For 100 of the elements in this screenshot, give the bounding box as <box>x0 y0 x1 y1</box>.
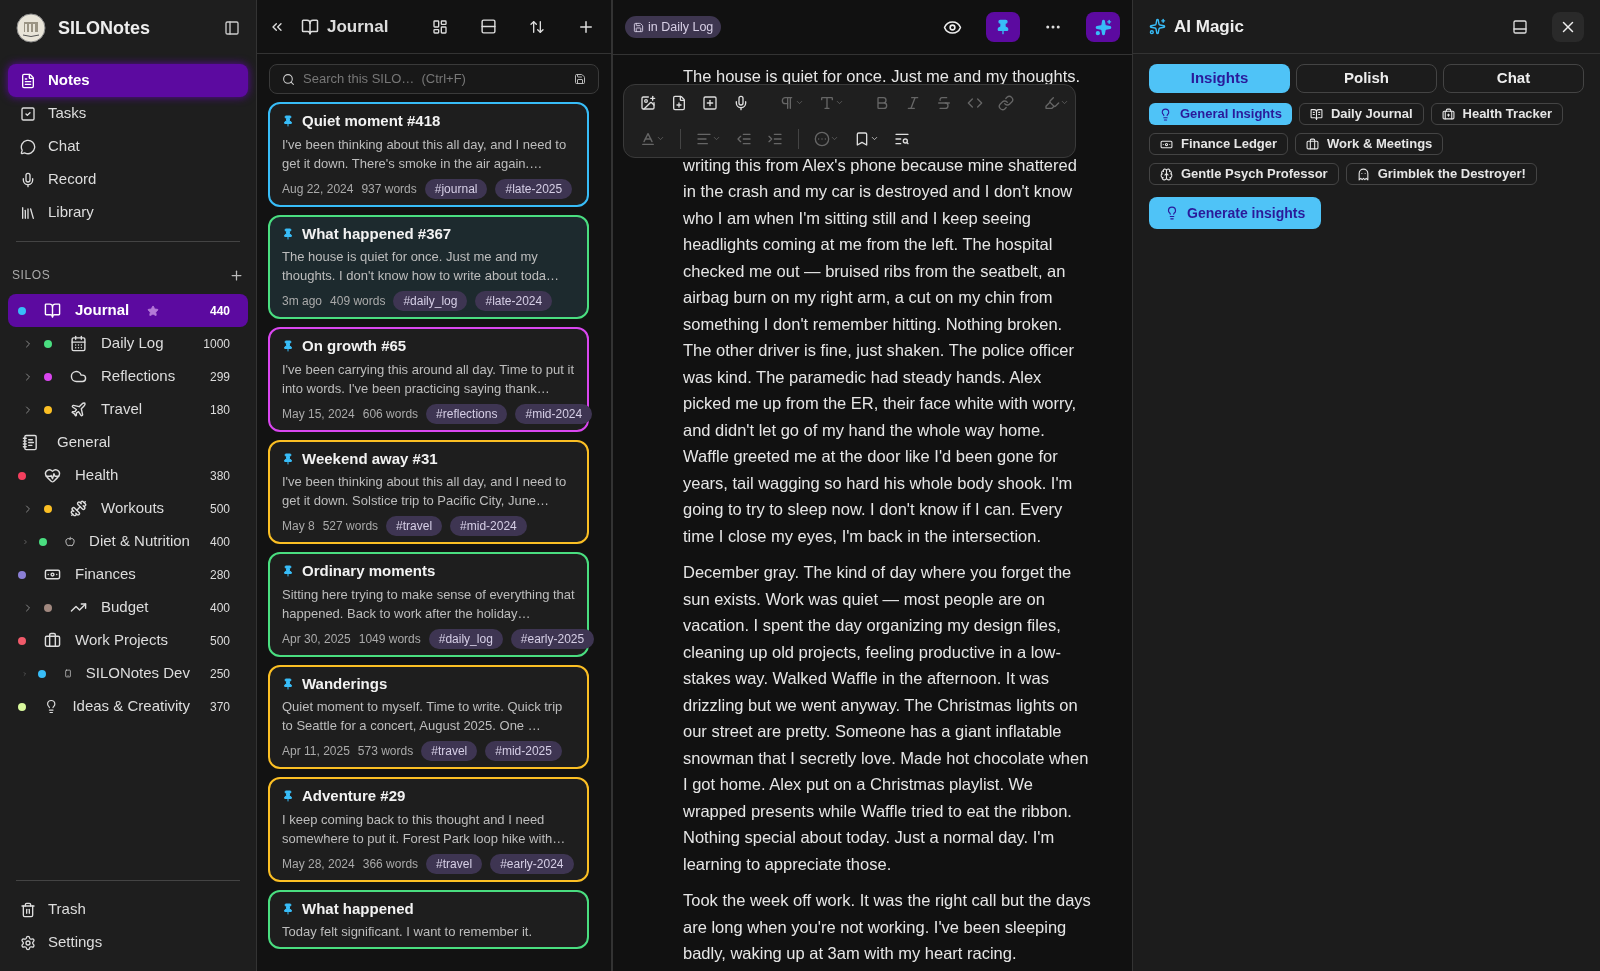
note-date: May 8 <box>282 518 315 535</box>
tag[interactable]: #mid-2024 <box>450 516 527 536</box>
note-date: May 15, 2024 <box>282 405 355 423</box>
text-color-icon[interactable] <box>640 130 665 147</box>
bookmark-icon[interactable] <box>854 130 879 147</box>
add-silo-icon[interactable] <box>229 267 244 283</box>
paragraph-icon[interactable] <box>779 94 804 111</box>
note-count: 500 <box>209 632 231 650</box>
silo-item[interactable]: Travel 180 <box>8 393 248 426</box>
panel-tab[interactable]: Chat <box>1443 64 1584 93</box>
note-card[interactable]: Weekend away #31 I've been thinking about this all day, and I need to get it down. Solstice trip to Pacific City, June… May 8 527 words #travel #mid-2024 <box>268 439 589 544</box>
location-chip[interactable]: in Daily Log <box>625 15 722 39</box>
nav-item[interactable]: Record <box>8 163 248 196</box>
note-card[interactable]: Wanderings Quiet moment to myself. Time to write. Quick trip to Seattle for a concert, August 2025. One … Apr 11, 2025 573 words #travel #mid-2025 <box>268 664 589 769</box>
note-count: 400 <box>209 533 231 551</box>
tag[interactable]: #reflections <box>426 403 508 424</box>
microphone-icon[interactable] <box>733 94 749 111</box>
tag[interactable]: #travel <box>386 516 443 536</box>
silo-item[interactable]: General <box>8 426 248 459</box>
dock-icon[interactable] <box>1512 18 1528 35</box>
tag[interactable]: #late-2024 <box>475 291 553 311</box>
app-name: SILONotes <box>58 16 151 40</box>
panel-tab[interactable]: Insights <box>1149 64 1290 93</box>
lightbulb-icon <box>1165 206 1179 220</box>
nav-item[interactable]: Settings <box>8 926 248 959</box>
link-icon[interactable] <box>998 94 1014 111</box>
nav-item[interactable]: Notes <box>8 64 248 97</box>
nav-item[interactable]: Library <box>8 196 248 229</box>
note-card[interactable]: What happened #367 The house is quiet for once. Just me and my thoughts. I don't know how to write about toda… 3m ago 409 words #daily_log #late-2024 <box>268 214 589 319</box>
rows-icon[interactable] <box>480 18 497 35</box>
word-count: 573 words <box>357 743 414 760</box>
note-card[interactable]: What happened Today felt significant. I want to remember it. <box>268 889 589 949</box>
search-input[interactable]: Search this SILO… (Ctrl+F) <box>303 69 566 89</box>
silo-item[interactable]: Work Projects 500 <box>8 624 248 657</box>
section-heading: SILOS <box>12 267 51 284</box>
tag[interactable]: #mid-2024 <box>515 403 593 424</box>
layout-icon[interactable] <box>432 18 448 35</box>
add-block-icon[interactable] <box>702 94 718 111</box>
note-title: Weekend away #31 <box>302 448 438 469</box>
persona-chip[interactable]: Grimblek the Destroyer! <box>1345 163 1537 185</box>
silo-item[interactable]: Budget 400 <box>8 591 248 624</box>
nav-item[interactable]: Tasks <box>8 97 248 130</box>
note-title: Adventure #29 <box>302 786 406 806</box>
note-card[interactable]: Quiet moment #418 I've been thinking about this all day, and I need to get it down. There's smoke in the air again.… Aug 22, 2024 937 words #journal #late-2025 <box>268 102 589 207</box>
sparkles-icon <box>1149 18 1166 35</box>
search-field[interactable]: Search this SILO… (Ctrl+F) <box>269 64 599 94</box>
tag[interactable]: #early-2024 <box>490 853 574 874</box>
silo-item[interactable]: Diet & Nutrition 400 <box>8 525 248 558</box>
add-file-icon[interactable] <box>671 94 687 111</box>
word-count: 606 words <box>362 405 419 423</box>
bold-icon[interactable] <box>874 94 890 111</box>
note-preview: The house is quiet for once. Just me and my thoughts. I don't know how to write about toda… <box>282 248 561 285</box>
persona-chip[interactable]: Work & Meetings <box>1295 133 1444 155</box>
silo-item[interactable]: Reflections 299 <box>8 360 248 393</box>
generate-button[interactable]: Generate insights <box>1149 197 1322 229</box>
sidebar-toggle-icon[interactable] <box>224 20 240 36</box>
note-count: 380 <box>209 467 231 485</box>
persona-chip[interactable]: Health Tracker <box>1430 103 1564 125</box>
close-button[interactable] <box>1552 11 1584 42</box>
silo-item[interactable]: Journal 440 <box>8 294 248 327</box>
more-options-icon[interactable] <box>814 130 839 147</box>
silo-item[interactable]: SILONotes Dev 250 <box>8 657 248 690</box>
tag[interactable]: #daily_log <box>428 628 503 649</box>
tag[interactable]: #late-2025 <box>495 178 573 199</box>
silo-item[interactable]: Daily Log 1000 <box>8 327 248 360</box>
silo-item[interactable]: Finances 280 <box>8 558 248 591</box>
persona-chip[interactable]: General Insights <box>1149 103 1292 125</box>
pin-button[interactable] <box>986 12 1020 42</box>
note-preview: Sitting here trying to make sense of everything that happened. Back to work after the holiday… <box>282 585 575 623</box>
persona-chip[interactable]: Daily Journal <box>1298 103 1424 125</box>
tag[interactable]: #early-2025 <box>510 628 595 649</box>
highlighter-icon[interactable] <box>1044 94 1069 111</box>
silo-item[interactable]: Workouts 500 <box>8 492 248 525</box>
insert-image-icon[interactable] <box>640 94 656 111</box>
silo-item[interactable]: Health 380 <box>8 459 248 492</box>
nav-item[interactable]: Chat <box>8 130 248 163</box>
sort-icon[interactable] <box>529 18 545 35</box>
note-date: May 28, 2024 <box>282 855 355 873</box>
pin-icon <box>282 227 294 240</box>
silo-item[interactable]: Ideas & Creativity 370 <box>8 690 248 723</box>
tag[interactable]: #mid-2025 <box>485 741 562 761</box>
note-card[interactable]: Adventure #29 I keep coming back to this thought and I need somewhere to put it. Forest Park loop hike with… May 28, 2024 366 words #travel #early-2024 <box>268 777 589 882</box>
note-date: Apr 11, 2025 <box>282 743 350 760</box>
tag[interactable]: #travel <box>426 853 483 874</box>
persona-chip[interactable]: Finance Ledger <box>1149 133 1289 155</box>
strikethrough-icon[interactable] <box>936 94 952 111</box>
tag[interactable]: #daily_log <box>393 291 468 311</box>
note-title: On growth #65 <box>302 336 407 356</box>
panel-title: AI Magic <box>1174 15 1245 38</box>
nav-item[interactable]: Trash <box>8 893 248 926</box>
italic-icon[interactable] <box>905 94 921 111</box>
text-size-icon[interactable] <box>819 94 844 111</box>
ai-button[interactable] <box>1086 12 1120 42</box>
panel-tab[interactable]: Polish <box>1296 64 1437 93</box>
persona-chip[interactable]: Gentle Psych Professor <box>1149 163 1339 185</box>
note-card[interactable]: On growth #65 I've been carrying this around all day. Time to put it into words. I've been practicing saying thank… May 15, 2024 606 words #reflections #mid-2024 <box>268 327 589 432</box>
tag[interactable]: #journal <box>424 178 488 199</box>
save-icon[interactable] <box>574 73 586 85</box>
note-count: 280 <box>209 566 231 584</box>
tag[interactable]: #travel <box>421 741 478 761</box>
